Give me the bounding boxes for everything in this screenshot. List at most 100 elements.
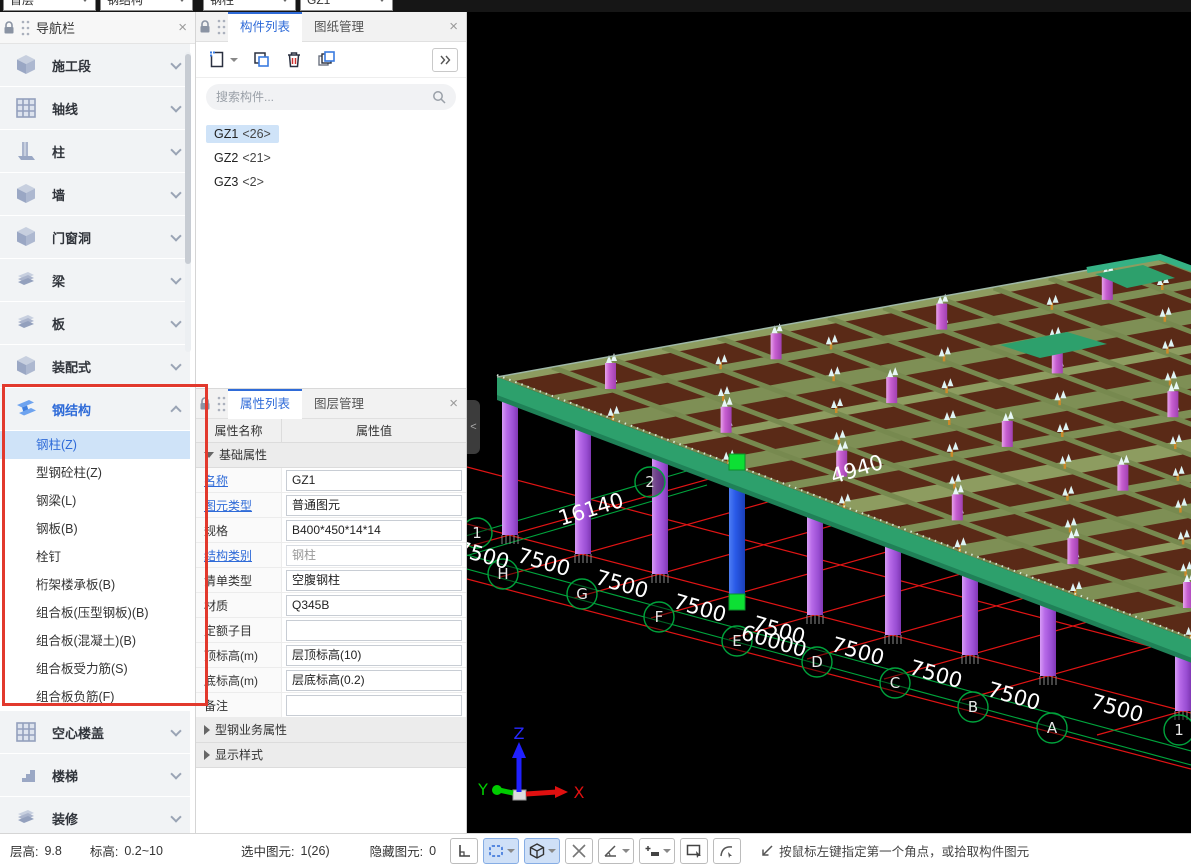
- fit-view-icon: [685, 842, 703, 860]
- tab-property-list[interactable]: 属性列表: [228, 389, 302, 419]
- nav-scrollbar[interactable]: [185, 52, 191, 352]
- component-search[interactable]: [206, 84, 456, 110]
- sidebar-item-楼梯[interactable]: 楼梯: [0, 754, 190, 797]
- steel-column-stub[interactable]: [936, 304, 947, 330]
- close-icon[interactable]: ×: [449, 18, 458, 35]
- steel-column-stub[interactable]: [1117, 465, 1128, 491]
- more-tools-button[interactable]: [432, 48, 458, 72]
- sidebar-subitem-钢柱(Z)[interactable]: 钢柱(Z): [0, 431, 190, 459]
- sidebar-item-钢结构[interactable]: 钢结构: [0, 388, 190, 431]
- steel-column-stub[interactable]: [1183, 582, 1191, 608]
- chevron-down-icon: [170, 768, 181, 779]
- steel-column-stub[interactable]: [886, 377, 897, 403]
- properties-grid-header: 属性名称 属性值: [196, 419, 466, 443]
- component-item-GZ3[interactable]: GZ3<2>: [206, 173, 272, 191]
- view-3d-button[interactable]: [524, 838, 560, 864]
- steel-column-stub[interactable]: [1002, 421, 1013, 447]
- close-icon[interactable]: ×: [178, 19, 187, 36]
- close-icon[interactable]: ×: [449, 395, 458, 412]
- panel-collapse-handle[interactable]: <: [467, 400, 480, 454]
- arc-tool-button[interactable]: [713, 838, 741, 864]
- chevron-down-icon: [170, 273, 181, 284]
- steel-column-stub[interactable]: [1167, 391, 1178, 417]
- ortho-mode-button[interactable]: [450, 838, 478, 864]
- sidebar-item-施工段[interactable]: 施工段: [0, 44, 190, 87]
- property-value-input[interactable]: [286, 620, 462, 641]
- viewport-3d[interactable]: < 12HGFEDCBA1750075007500750075007500750…: [467, 12, 1191, 833]
- copy-between-layers-button[interactable]: [317, 50, 337, 69]
- sidebar-subitem-组合板(混凝土)(B)[interactable]: 组合板(混凝土)(B): [0, 627, 190, 655]
- section-显示样式[interactable]: 显示样式: [196, 743, 466, 768]
- tab-drawing-management[interactable]: 图纸管理: [302, 12, 376, 42]
- steel-column-stub[interactable]: [1067, 538, 1078, 564]
- sidebar-item-柱[interactable]: 柱: [0, 130, 190, 173]
- sidebar-item-墙[interactable]: 墙: [0, 173, 190, 216]
- ortho-mode-icon: [455, 842, 473, 860]
- floor-select[interactable]: 首层: [3, 0, 96, 11]
- copy-component-button[interactable]: [252, 50, 271, 69]
- sidebar-item-板[interactable]: 板: [0, 302, 190, 345]
- sidebar-item-轴线[interactable]: 轴线: [0, 87, 190, 130]
- sidebar-subitem-组合板负筋(F)[interactable]: 组合板负筋(F): [0, 683, 190, 711]
- chevron-down-icon: [170, 811, 181, 822]
- steel-column-stub[interactable]: [952, 494, 963, 520]
- category-select[interactable]: 钢结构: [100, 0, 193, 11]
- drag-grip-icon[interactable]: [216, 18, 226, 36]
- sidebar-item-门窗洞[interactable]: 门窗洞: [0, 216, 190, 259]
- property-value-input[interactable]: B400*450*14*14: [286, 520, 462, 541]
- new-component-button[interactable]: [208, 50, 238, 69]
- drag-grip-icon[interactable]: [20, 19, 30, 37]
- component-item-GZ1[interactable]: GZ1<26>: [206, 125, 279, 143]
- delete-component-button[interactable]: [285, 50, 303, 69]
- property-label[interactable]: 结构类别: [196, 543, 282, 567]
- property-value-input[interactable]: 普通图元: [286, 495, 462, 516]
- chevron-down-icon: [170, 316, 181, 327]
- sidebar-subitem-桁架楼承板(B)[interactable]: 桁架楼承板(B): [0, 571, 190, 599]
- component-item-GZ2[interactable]: GZ2<21>: [206, 149, 279, 167]
- sidebar-subitem-钢梁(L)[interactable]: 钢梁(L): [0, 487, 190, 515]
- decoration-icon: [14, 806, 38, 830]
- chevron-down-icon: [178, 0, 186, 2]
- element-type-select[interactable]: 钢柱: [203, 0, 296, 11]
- property-label[interactable]: 图元类型: [196, 493, 282, 517]
- tab-layer-management[interactable]: 图层管理: [302, 389, 376, 419]
- sidebar-item-装配式[interactable]: 装配式: [0, 345, 190, 388]
- fit-view-button[interactable]: [680, 838, 708, 864]
- property-value-input[interactable]: [286, 695, 462, 716]
- sidebar-item-梁[interactable]: 梁: [0, 259, 190, 302]
- property-value-input[interactable]: 空腹钢柱: [286, 570, 462, 591]
- property-label[interactable]: 名称: [196, 468, 282, 492]
- section-型钢业务属性[interactable]: 型钢业务属性: [196, 718, 466, 743]
- tab-component-list[interactable]: 构件列表: [228, 12, 302, 42]
- view-3d-icon: [528, 842, 546, 860]
- search-input[interactable]: [216, 90, 432, 104]
- chevron-down-icon: [507, 849, 515, 853]
- stairs-icon: [14, 763, 38, 787]
- steel-column-stub[interactable]: [771, 333, 782, 359]
- grip-bottom[interactable]: [729, 594, 745, 610]
- property-value-input[interactable]: Q345B: [286, 595, 462, 616]
- component-select[interactable]: GZ1: [300, 0, 393, 11]
- section-basic-properties[interactable]: 基础属性: [196, 443, 466, 468]
- property-value-input[interactable]: GZ1: [286, 470, 462, 491]
- sidebar-item-空心楼盖[interactable]: 空心楼盖: [0, 711, 190, 754]
- sidebar-subitem-栓钉[interactable]: 栓钉: [0, 543, 190, 571]
- sidebar-subitem-组合板受力筋(S)[interactable]: 组合板受力筋(S): [0, 655, 190, 683]
- add-dimension-button[interactable]: [639, 838, 675, 864]
- chevron-up-icon: [170, 405, 181, 416]
- selected-elements-value: 1(26): [300, 844, 329, 858]
- angle-measure-button[interactable]: [598, 838, 634, 864]
- grip-top[interactable]: [729, 454, 745, 470]
- steel-column-stub[interactable]: [721, 407, 732, 433]
- property-value-input[interactable]: 钢柱: [286, 545, 462, 566]
- sidebar-subitem-组合板(压型钢板)(B)[interactable]: 组合板(压型钢板)(B): [0, 599, 190, 627]
- drag-grip-icon[interactable]: [216, 395, 226, 413]
- sidebar-subitem-钢板(B)[interactable]: 钢板(B): [0, 515, 190, 543]
- property-value-input[interactable]: 层顶标高(10): [286, 645, 462, 666]
- deselect-button[interactable]: [565, 838, 593, 864]
- steel-column-stub[interactable]: [605, 363, 616, 389]
- box-select-button[interactable]: [483, 838, 519, 864]
- property-value-input[interactable]: 层底标高(0.2): [286, 670, 462, 691]
- svg-text:Z: Z: [514, 724, 525, 743]
- sidebar-subitem-型钢砼柱(Z)[interactable]: 型钢砼柱(Z): [0, 459, 190, 487]
